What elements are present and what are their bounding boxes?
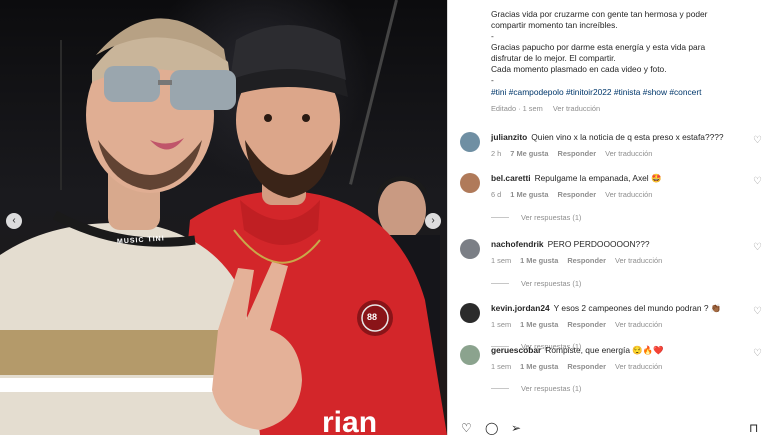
caption-meta: Editado · 1 sem Ver traducción (491, 103, 761, 114)
caption-hashtags[interactable]: #tini #campodepolo #tinitoir2022 #tinist… (491, 87, 761, 98)
comment-likes[interactable]: 1 Me gusta (520, 362, 558, 371)
chevron-right-icon: › (431, 215, 435, 226)
see-translation-link[interactable]: Ver traducción (615, 320, 662, 329)
chevron-left-icon: ‹ (12, 215, 16, 226)
comment-username[interactable]: julianzito (491, 132, 527, 142)
comment-text: Repulgame la empanada, Axel 🤩 (534, 173, 662, 183)
reply-button[interactable]: Responder (557, 149, 596, 158)
post-action-bar: ♡ ◯ ➢ ⊓ (458, 421, 768, 435)
caption-separator: - (491, 75, 494, 85)
see-translation-link[interactable]: Ver traducción (605, 149, 652, 158)
avatar[interactable] (460, 239, 480, 259)
avatar[interactable] (460, 173, 480, 193)
comment-username[interactable]: nachofendrik (491, 239, 544, 249)
comment-username[interactable]: geruescobar (491, 345, 541, 355)
view-replies-button[interactable]: Ver respuestas (1) (491, 279, 581, 288)
comment-likes[interactable]: 7 Me gusta (510, 149, 548, 158)
post-caption: Gracias vida por cruzarme con gente tan … (491, 0, 761, 114)
comment-likes[interactable]: 1 Me gusta (520, 320, 558, 329)
comment-text: PERO PERDOOOOON??? (547, 239, 650, 249)
comment-age: 1 sem (491, 362, 512, 371)
view-replies-button[interactable]: Ver respuestas (1) (491, 213, 581, 222)
comment-icon[interactable]: ◯ (485, 421, 498, 435)
caption-line: Gracias papucho por darme esta energía y… (491, 42, 706, 52)
reply-button[interactable]: Responder (567, 256, 606, 265)
comment-text: Rompiste, que energía 😌🔥❤️ (545, 345, 664, 355)
like-comment-icon[interactable]: ♡ (753, 307, 762, 317)
see-translation-link[interactable]: Ver traducción (615, 256, 662, 265)
next-photo-button[interactable]: › (425, 213, 441, 229)
like-comment-icon[interactable]: ♡ (753, 136, 762, 146)
comment-likes[interactable]: 1 Me gusta (520, 256, 558, 265)
caption-line: - (491, 31, 494, 41)
shirt-brand-text: rian (322, 406, 378, 435)
caption-line: compartir momento tan increíbles. (491, 20, 618, 30)
caption-line: Cada momento plasmado en cada video y fo… (491, 64, 667, 74)
avatar[interactable] (460, 345, 480, 365)
like-comment-icon[interactable]: ♡ (753, 177, 762, 187)
like-comment-icon[interactable]: ♡ (753, 243, 762, 253)
comment-age: 6 d (491, 190, 502, 199)
comment-text: Y esos 2 campeones del mundo podran ? 👏🏾 (553, 303, 722, 313)
like-comment-icon[interactable]: ♡ (753, 349, 762, 359)
replies-divider (491, 283, 509, 284)
comment-age: 1 sem (491, 320, 512, 329)
see-translation-link[interactable]: Ver traducción (553, 104, 600, 113)
see-translation-link[interactable]: Ver traducción (605, 190, 652, 199)
avatar[interactable] (460, 132, 480, 152)
post-photo[interactable]: MUSIC TINI 88 rian ‹ › (0, 0, 447, 435)
shirt-badge-text: 88 (367, 312, 378, 322)
view-replies-button[interactable]: Ver respuestas (1) (491, 384, 581, 393)
reply-button[interactable]: Responder (557, 190, 596, 199)
comment-text: Quien vino x la noticia de q esta preso … (531, 132, 724, 142)
reply-button[interactable]: Responder (567, 320, 606, 329)
comment-username[interactable]: bel.caretti (491, 173, 531, 183)
like-icon[interactable]: ♡ (461, 421, 472, 435)
photo-illustration (0, 18, 447, 435)
comment-likes[interactable]: 1 Me gusta (510, 190, 548, 199)
view-replies-label[interactable]: Ver respuestas (1) (521, 279, 581, 288)
caption-line: Gracias vida por cruzarme con gente tan … (491, 9, 708, 19)
comment-username[interactable]: kevin.jordan24 (491, 303, 550, 313)
reply-button[interactable]: Responder (567, 362, 606, 371)
see-translation-link[interactable]: Ver traducción (615, 362, 662, 371)
save-icon[interactable]: ⊓ (749, 421, 758, 435)
caption-line: disfrutar de lo mejor. El compartir. (491, 53, 616, 63)
edited-label: Editado · 1 sem (491, 104, 543, 113)
replies-divider (491, 217, 509, 218)
view-replies-label[interactable]: Ver respuestas (1) (521, 384, 581, 393)
view-replies-label[interactable]: Ver respuestas (1) (521, 213, 581, 222)
previous-photo-button[interactable]: ‹ (6, 213, 22, 229)
avatar[interactable] (460, 303, 480, 323)
comment-age: 1 sem (491, 256, 512, 265)
share-icon[interactable]: ➢ (511, 421, 521, 435)
replies-divider (491, 388, 509, 389)
comment-age: 2 h (491, 149, 502, 158)
